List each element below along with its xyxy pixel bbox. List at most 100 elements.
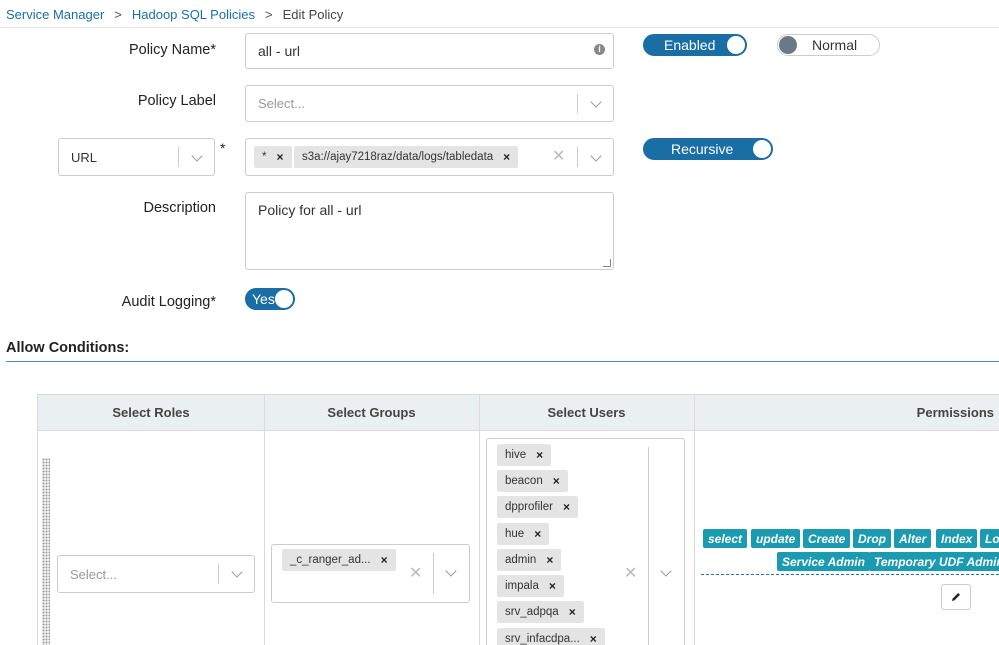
- audit-logging-label: Audit Logging*: [121, 294, 216, 310]
- pencil-icon: [952, 593, 960, 601]
- remove-icon[interactable]: ×: [381, 553, 388, 567]
- remove-icon[interactable]: ×: [553, 474, 560, 488]
- user-chip: dpprofiler ×: [497, 496, 578, 518]
- select-divider: [218, 564, 219, 584]
- clear-icon[interactable]: ✕: [552, 149, 565, 165]
- user-chip: hue ×: [497, 523, 550, 545]
- description-textarea[interactable]: Policy for all - url: [245, 192, 614, 270]
- user-chip-label: srv_infacdpa...: [505, 633, 580, 645]
- policy-name-value: all - url: [258, 43, 301, 59]
- permission-tag: Alter: [894, 529, 932, 548]
- toggle-knob: [753, 140, 771, 158]
- user-chip-label: beacon: [505, 475, 543, 487]
- recursive-toggle-label: Recursive: [671, 141, 734, 157]
- permission-tag: Drop: [853, 529, 891, 548]
- audit-logging-toggle-label: Yes: [252, 291, 275, 307]
- group-chip-label: _c_ranger_ad...: [290, 554, 371, 566]
- normal-toggle[interactable]: Normal: [777, 34, 880, 56]
- chevron-down-icon[interactable]: [445, 565, 457, 577]
- chevron-down-icon[interactable]: [191, 150, 203, 162]
- resource-type-select[interactable]: URL: [58, 138, 215, 176]
- column-header-roles: Select Roles: [112, 405, 190, 420]
- permission-tag: Index: [936, 529, 978, 548]
- remove-icon[interactable]: ×: [569, 605, 576, 619]
- breadcrumb-separator: >: [114, 6, 122, 22]
- column-divider: [694, 395, 695, 645]
- roles-select[interactable]: Select...: [57, 555, 255, 593]
- breadcrumb-separator: >: [264, 6, 273, 22]
- select-divider: [648, 447, 649, 645]
- user-chip-label: impala: [505, 580, 539, 592]
- resize-handle-icon[interactable]: [603, 259, 611, 267]
- policy-name-input[interactable]: all - url i: [245, 33, 614, 69]
- section-divider: [6, 361, 999, 362]
- audit-logging-toggle[interactable]: Yes: [245, 288, 295, 310]
- permission-tag: Create: [803, 529, 851, 548]
- user-chip: beacon ×: [497, 470, 568, 492]
- user-chip: impala ×: [497, 575, 564, 597]
- normal-toggle-label: Normal: [812, 37, 858, 53]
- permission-tag: select: [703, 529, 748, 548]
- permission-tag: Lo: [980, 529, 999, 548]
- column-header-users: Select Users: [547, 405, 626, 420]
- remove-icon[interactable]: ×: [563, 500, 570, 514]
- info-icon: i: [594, 44, 605, 55]
- column-divider: [264, 395, 265, 645]
- breadcrumb: Service Manager > Hadoop SQL Policies > …: [6, 6, 343, 22]
- remove-icon[interactable]: ×: [534, 527, 541, 541]
- enabled-toggle-label: Enabled: [664, 37, 716, 53]
- header-divider: [0, 27, 999, 28]
- chevron-down-icon[interactable]: [660, 565, 672, 577]
- breadcrumb-service-manager[interactable]: Service Manager: [6, 7, 104, 22]
- permission-tag: Service Admin: [777, 552, 870, 571]
- user-chip-label: dpprofiler: [505, 501, 553, 513]
- row-drag-handle[interactable]: [42, 458, 50, 645]
- select-divider: [178, 147, 179, 167]
- resource-chip-label: *: [262, 151, 267, 163]
- toggle-knob: [275, 290, 293, 308]
- permission-tag: Temporary UDF Admin: [869, 552, 999, 571]
- chevron-down-icon[interactable]: [590, 150, 602, 162]
- recursive-toggle[interactable]: Recursive: [643, 138, 773, 160]
- user-chip: hive ×: [497, 444, 552, 466]
- remove-icon[interactable]: ×: [536, 448, 543, 462]
- resource-chip: * ×: [254, 146, 292, 168]
- allow-conditions-title: Allow Conditions:: [6, 340, 130, 356]
- enabled-toggle[interactable]: Enabled: [643, 34, 747, 56]
- description-label: Description: [143, 200, 216, 216]
- breadcrumb-current: Edit Policy: [282, 6, 344, 22]
- user-chip-label: srv_adpqa: [505, 606, 559, 618]
- remove-icon[interactable]: ×: [546, 553, 553, 567]
- column-header-permissions: Permissions: [916, 405, 994, 420]
- edit-permissions-button[interactable]: [941, 584, 971, 610]
- permission-tag: update: [751, 529, 801, 548]
- permissions-divider: [701, 574, 999, 575]
- description-value: Policy for all - url: [258, 202, 362, 218]
- clear-icon[interactable]: ✕: [624, 566, 637, 582]
- breadcrumb-hadoop-sql-policies[interactable]: Hadoop SQL Policies: [132, 7, 255, 22]
- select-divider: [577, 147, 578, 167]
- user-chip-label: admin: [505, 554, 537, 566]
- resource-type-value: URL: [71, 149, 98, 165]
- roles-placeholder: Select...: [70, 566, 117, 582]
- policy-label-placeholder: Select...: [258, 96, 305, 111]
- remove-icon[interactable]: ×: [503, 150, 510, 164]
- remove-icon[interactable]: ×: [549, 579, 556, 593]
- user-chip-label: hive: [505, 449, 527, 461]
- clear-icon[interactable]: ✕: [409, 566, 422, 582]
- user-chip: admin ×: [497, 549, 562, 571]
- column-header-groups: Select Groups: [327, 405, 416, 420]
- remove-icon[interactable]: ×: [276, 150, 283, 164]
- chevron-down-icon[interactable]: [590, 96, 602, 108]
- remove-icon[interactable]: ×: [590, 632, 597, 645]
- resource-chip-label: s3a://ajay7218raz/data/logs/tabledata: [302, 151, 494, 163]
- policy-label-select[interactable]: Select...: [245, 85, 614, 122]
- toggle-knob: [779, 36, 797, 54]
- user-chip-label: hue: [505, 528, 525, 540]
- chevron-down-icon[interactable]: [231, 566, 243, 578]
- user-chip: srv_infacdpa... ×: [497, 628, 605, 645]
- select-divider: [577, 94, 578, 113]
- required-marker: *: [220, 140, 226, 156]
- user-chip: srv_adpqa ×: [497, 601, 584, 623]
- toggle-knob: [727, 36, 745, 54]
